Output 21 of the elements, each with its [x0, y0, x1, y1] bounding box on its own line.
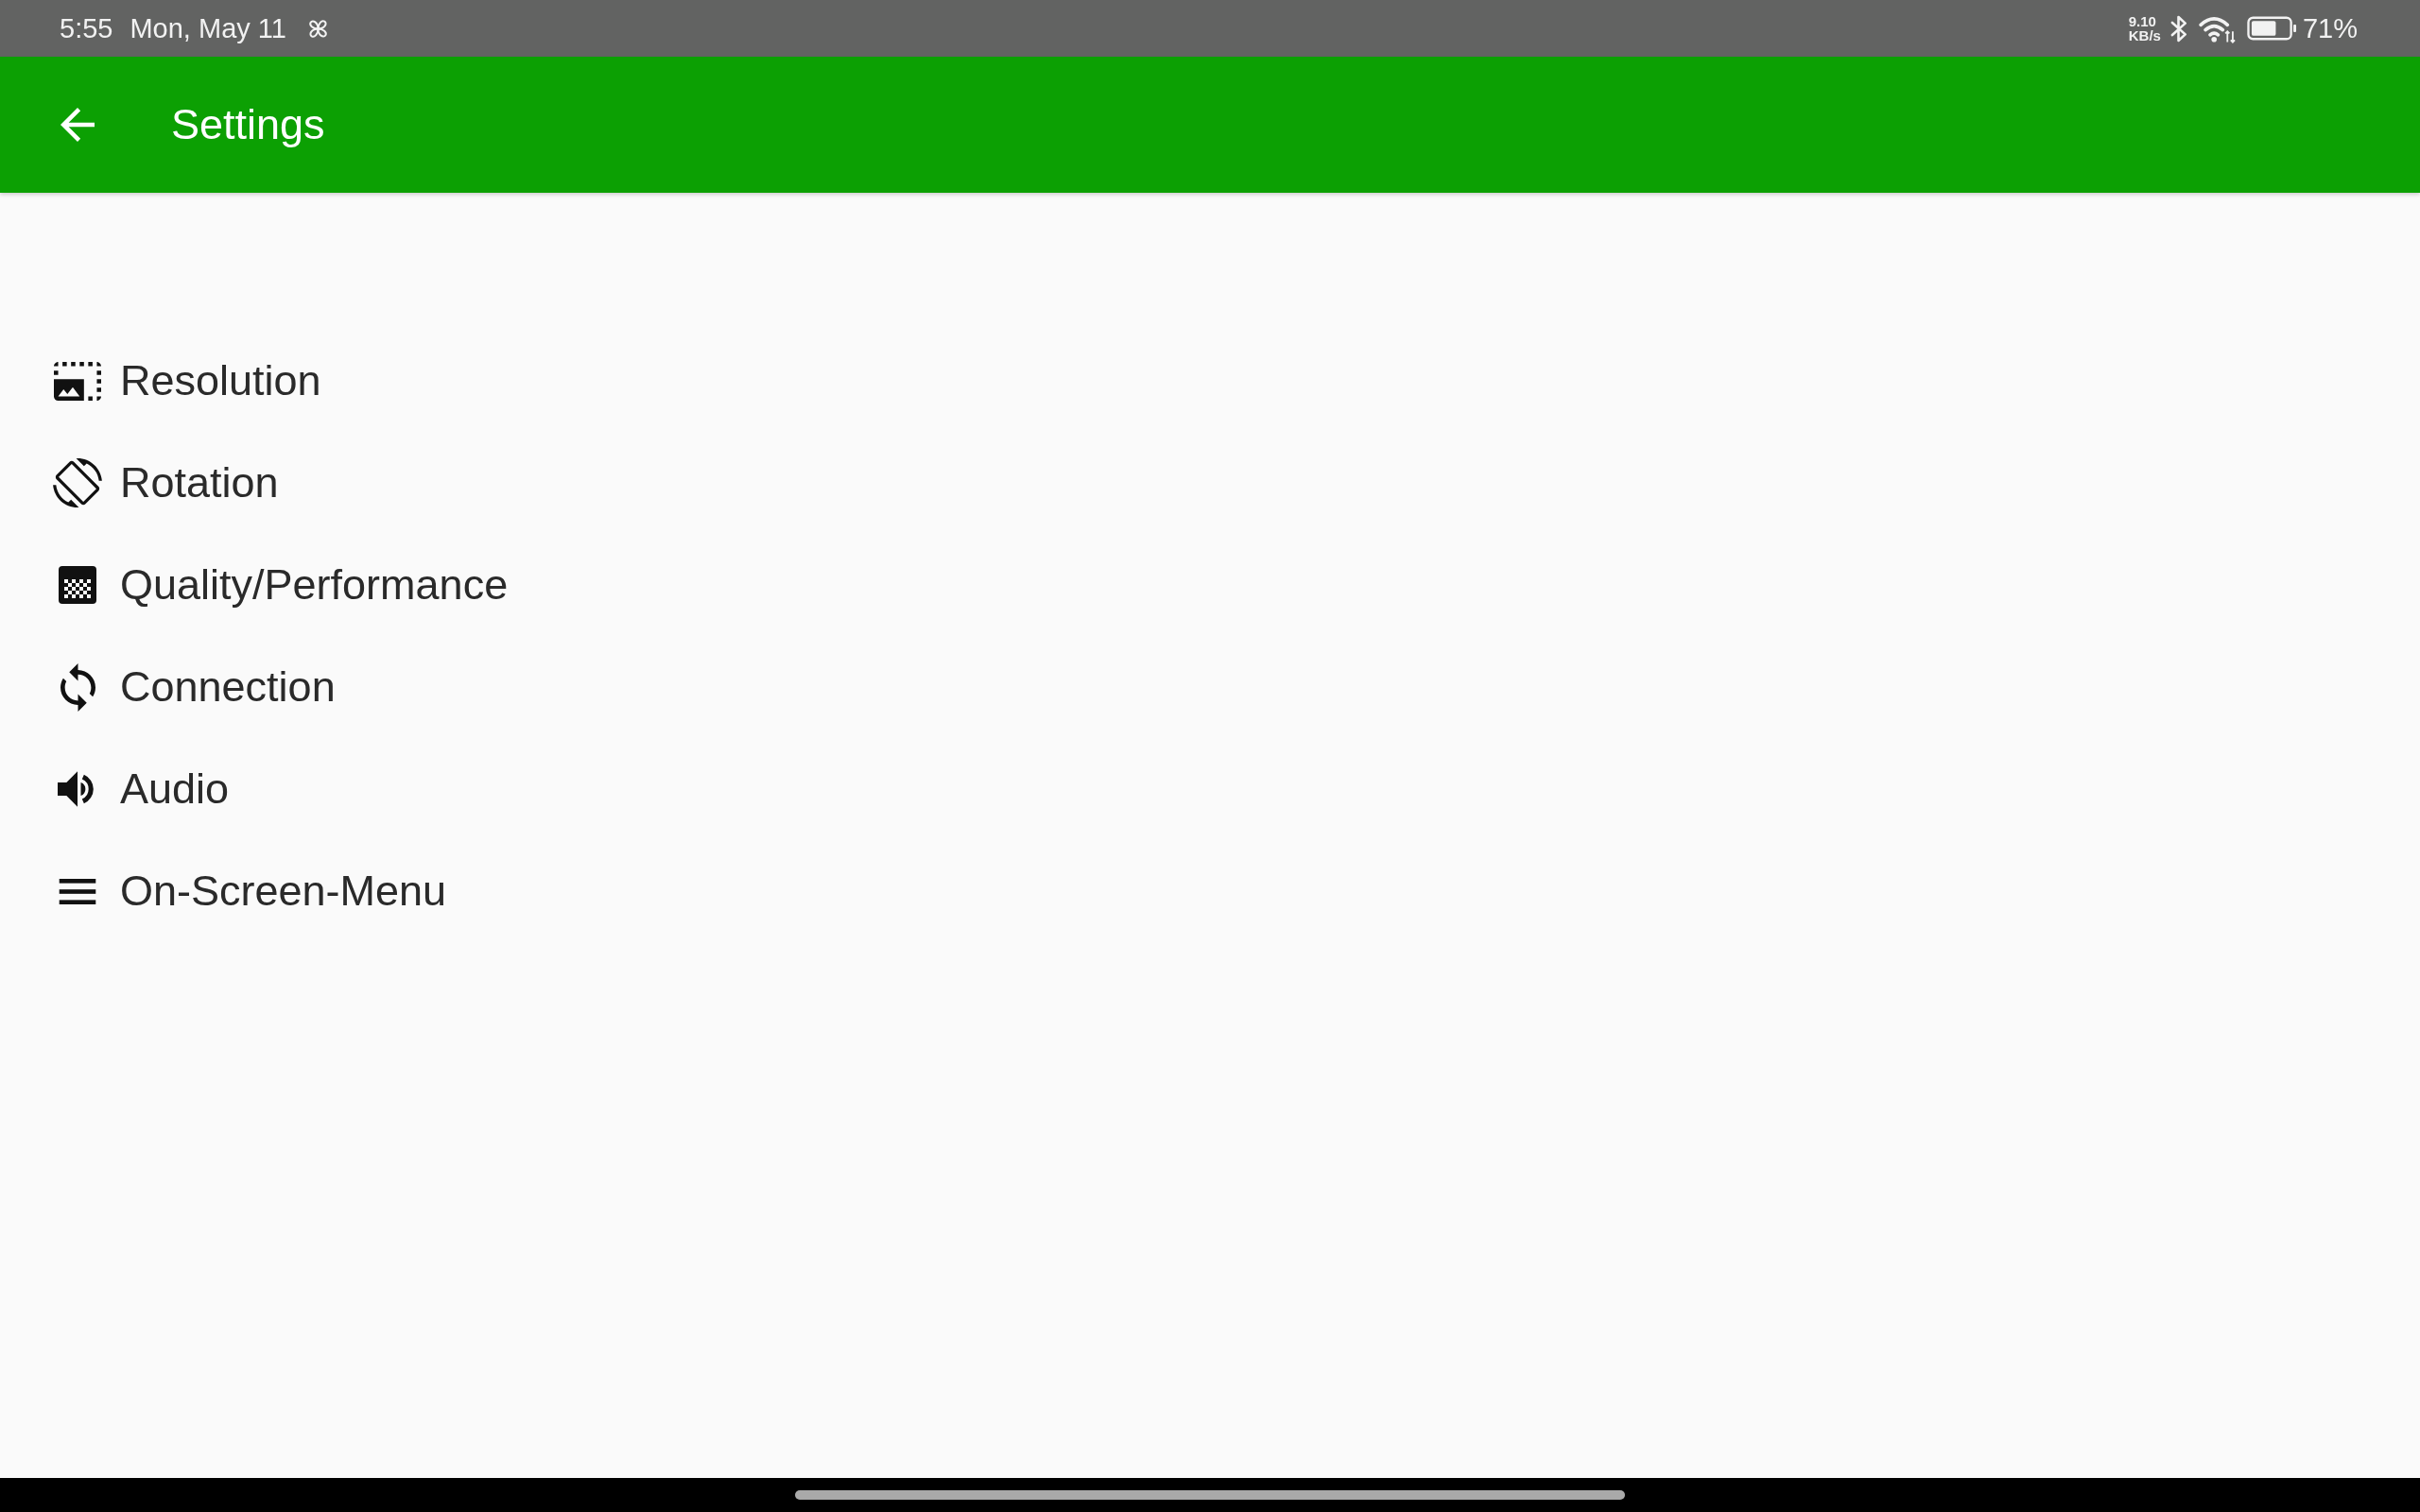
dashed-frame-image-icon — [54, 361, 101, 401]
checkered-square-icon — [59, 566, 96, 604]
screen-rotation-icon — [53, 458, 102, 507]
sync-icon — [60, 662, 95, 712]
settings-item[interactable]: On-Screen-Menu — [51, 867, 447, 916]
status-time: 5:55 — [60, 14, 113, 43]
bluetooth-icon — [2169, 14, 2187, 43]
settings-item[interactable]: Resolution — [51, 356, 321, 405]
battery-icon — [2246, 16, 2297, 41]
status-date: Mon, May 11 — [130, 14, 286, 43]
settings-item[interactable]: Audio — [51, 765, 230, 814]
network-speed-value: 9.10 — [2128, 14, 2156, 28]
app-bar-title: Settings — [171, 101, 325, 148]
menu-icon — [59, 878, 96, 904]
settings-item[interactable]: Connection — [51, 662, 336, 712]
home-handle[interactable] — [795, 1490, 1625, 1500]
back-arrow-icon[interactable] — [60, 108, 95, 142]
network-speed-unit: KB/s — [2128, 28, 2161, 43]
settings-item[interactable]: Quality/Performance — [51, 560, 509, 610]
battery-percent: 71% — [2302, 14, 2358, 43]
settings-item[interactable]: Rotation — [51, 458, 279, 507]
